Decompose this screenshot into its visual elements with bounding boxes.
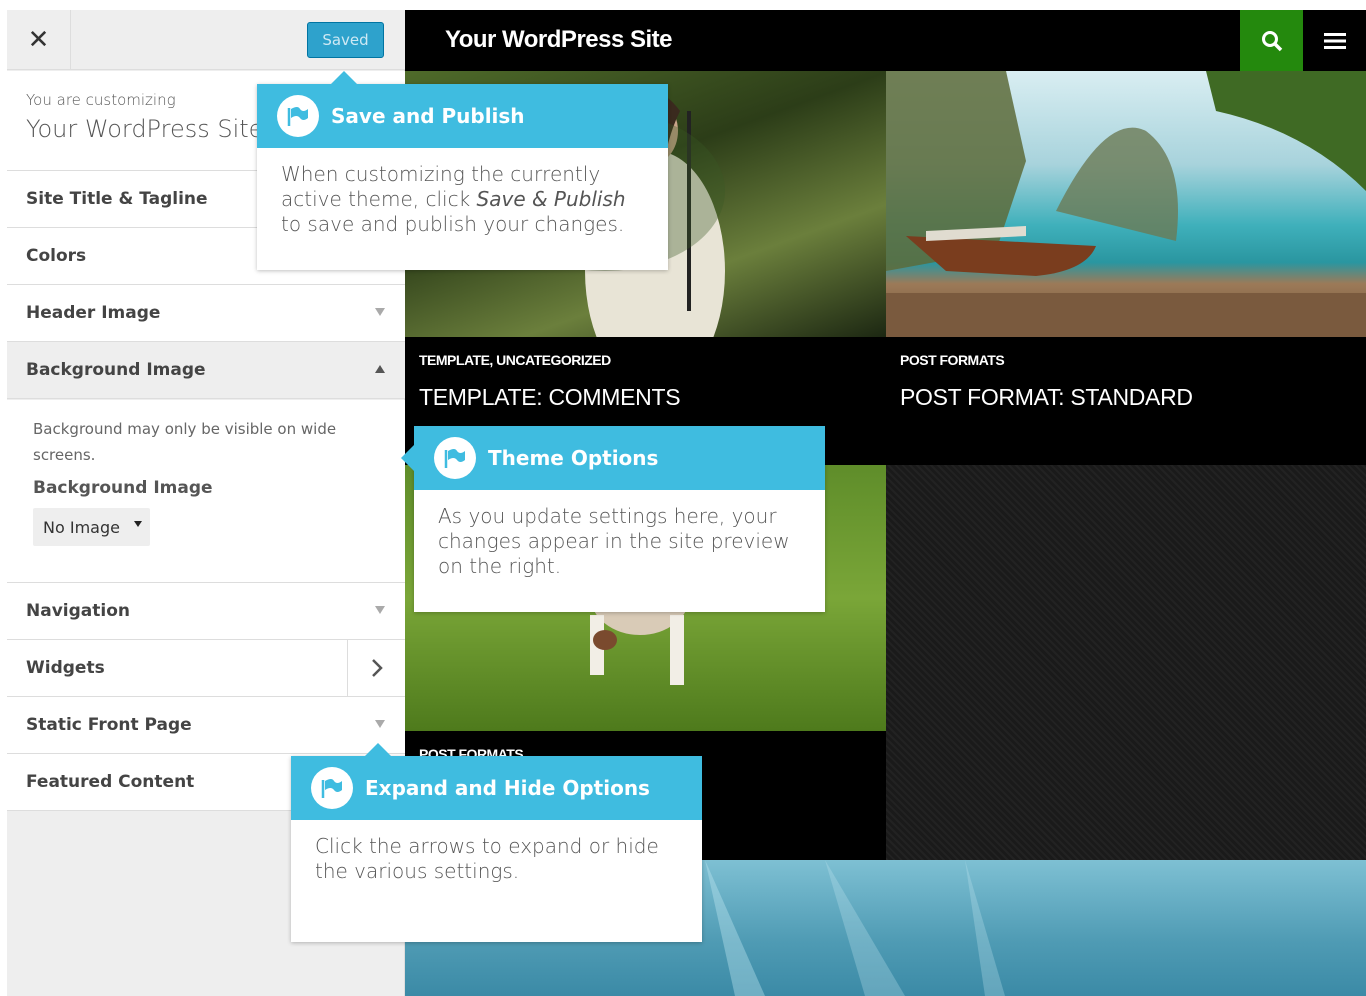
- chevron-down-icon[interactable]: [375, 606, 385, 614]
- select-value: No Image: [43, 517, 120, 537]
- sidebar-header: ✕ Saved: [7, 10, 405, 70]
- tooltip-header: Save and Publish: [257, 84, 668, 148]
- tooltip-body: Click the arrows to expand or hide the v…: [315, 834, 659, 883]
- post-entry-comments: TEMPLATE, UNCATEGORIZED TEMPLATE: COMMEN…: [419, 352, 681, 411]
- background-image-label: Background Image: [33, 478, 213, 498]
- post-thumbnail-beach-boat[interactable]: [886, 71, 1366, 337]
- section-label: Navigation: [26, 601, 130, 621]
- post-category[interactable]: TEMPLATE, UNCATEGORIZED: [419, 352, 680, 368]
- background-image-select[interactable]: No Image: [33, 508, 150, 546]
- tooltip-title: Theme Options: [488, 446, 659, 470]
- section-label: Header Image: [26, 303, 161, 323]
- site-title[interactable]: Your WordPress Site: [445, 26, 673, 54]
- section-label: Widgets: [26, 658, 105, 678]
- background-description: Background may only be visible on wide s…: [33, 420, 337, 464]
- section-header-image[interactable]: Header Image: [7, 285, 405, 342]
- section-label: Background Image: [26, 360, 206, 380]
- section-label: Site Title & Tagline: [26, 189, 208, 209]
- tooltip-title: Expand and Hide Options: [365, 776, 650, 800]
- background-image-panel: Background may only be visible on wide s…: [7, 400, 405, 583]
- post-category[interactable]: POST FORMATS: [900, 352, 1193, 368]
- saved-button[interactable]: Saved: [307, 22, 384, 58]
- section-widgets[interactable]: Widgets: [7, 640, 405, 697]
- close-button[interactable]: ✕: [7, 10, 71, 70]
- tooltip-body: When customizing the currently active th…: [257, 148, 668, 251]
- flag-icon: [311, 767, 353, 809]
- chevron-up-icon[interactable]: [375, 365, 385, 373]
- tooltip-pointer: [331, 71, 357, 84]
- chevron-down-icon[interactable]: [375, 308, 385, 316]
- post-title[interactable]: TEMPLATE: COMMENTS: [419, 384, 681, 411]
- site-header: Your WordPress Site: [405, 10, 1366, 71]
- hamburger-menu-icon: [1323, 32, 1346, 49]
- search-button[interactable]: [1240, 10, 1303, 71]
- flag-icon: [434, 437, 476, 479]
- post-entry-standard: POST FORMATS POST FORMAT: STANDARD: [900, 352, 1193, 411]
- close-icon: ✕: [27, 25, 50, 55]
- chevron-down-icon[interactable]: [375, 720, 385, 728]
- section-background-image[interactable]: Background Image: [7, 342, 405, 399]
- section-static-front-page[interactable]: Static Front Page: [7, 697, 405, 754]
- post-title[interactable]: POST FORMAT: STANDARD: [900, 384, 1193, 411]
- menu-button[interactable]: [1303, 10, 1366, 71]
- section-label: Featured Content: [26, 772, 195, 792]
- tooltip-pointer: [401, 445, 414, 471]
- tooltip-pointer: [365, 743, 391, 756]
- chevron-right-icon[interactable]: [347, 640, 405, 696]
- tooltip-body: As you update settings here, your change…: [438, 504, 790, 578]
- section-label: Colors: [26, 246, 87, 266]
- tooltip-save-and-publish: Save and Publish When customizing the cu…: [257, 71, 668, 270]
- tooltip-header: Expand and Hide Options: [291, 756, 702, 820]
- tooltip-title: Save and Publish: [331, 104, 525, 128]
- tooltip-theme-options: Theme Options As you update settings her…: [401, 426, 825, 612]
- tooltip-expand-and-hide: Expand and Hide Options Click the arrows…: [291, 743, 702, 942]
- section-label: Static Front Page: [26, 715, 192, 735]
- search-icon: [1261, 30, 1282, 51]
- flag-icon: [277, 95, 319, 137]
- tooltip-header: Theme Options: [414, 426, 825, 490]
- tooltip-body-text: to save and publish your changes.: [281, 212, 625, 236]
- section-navigation[interactable]: Navigation: [7, 583, 405, 640]
- post-placeholder-pattern: [886, 465, 1366, 860]
- tooltip-body-emphasis: Save & Publish: [476, 187, 626, 211]
- caret-down-icon: [134, 521, 142, 527]
